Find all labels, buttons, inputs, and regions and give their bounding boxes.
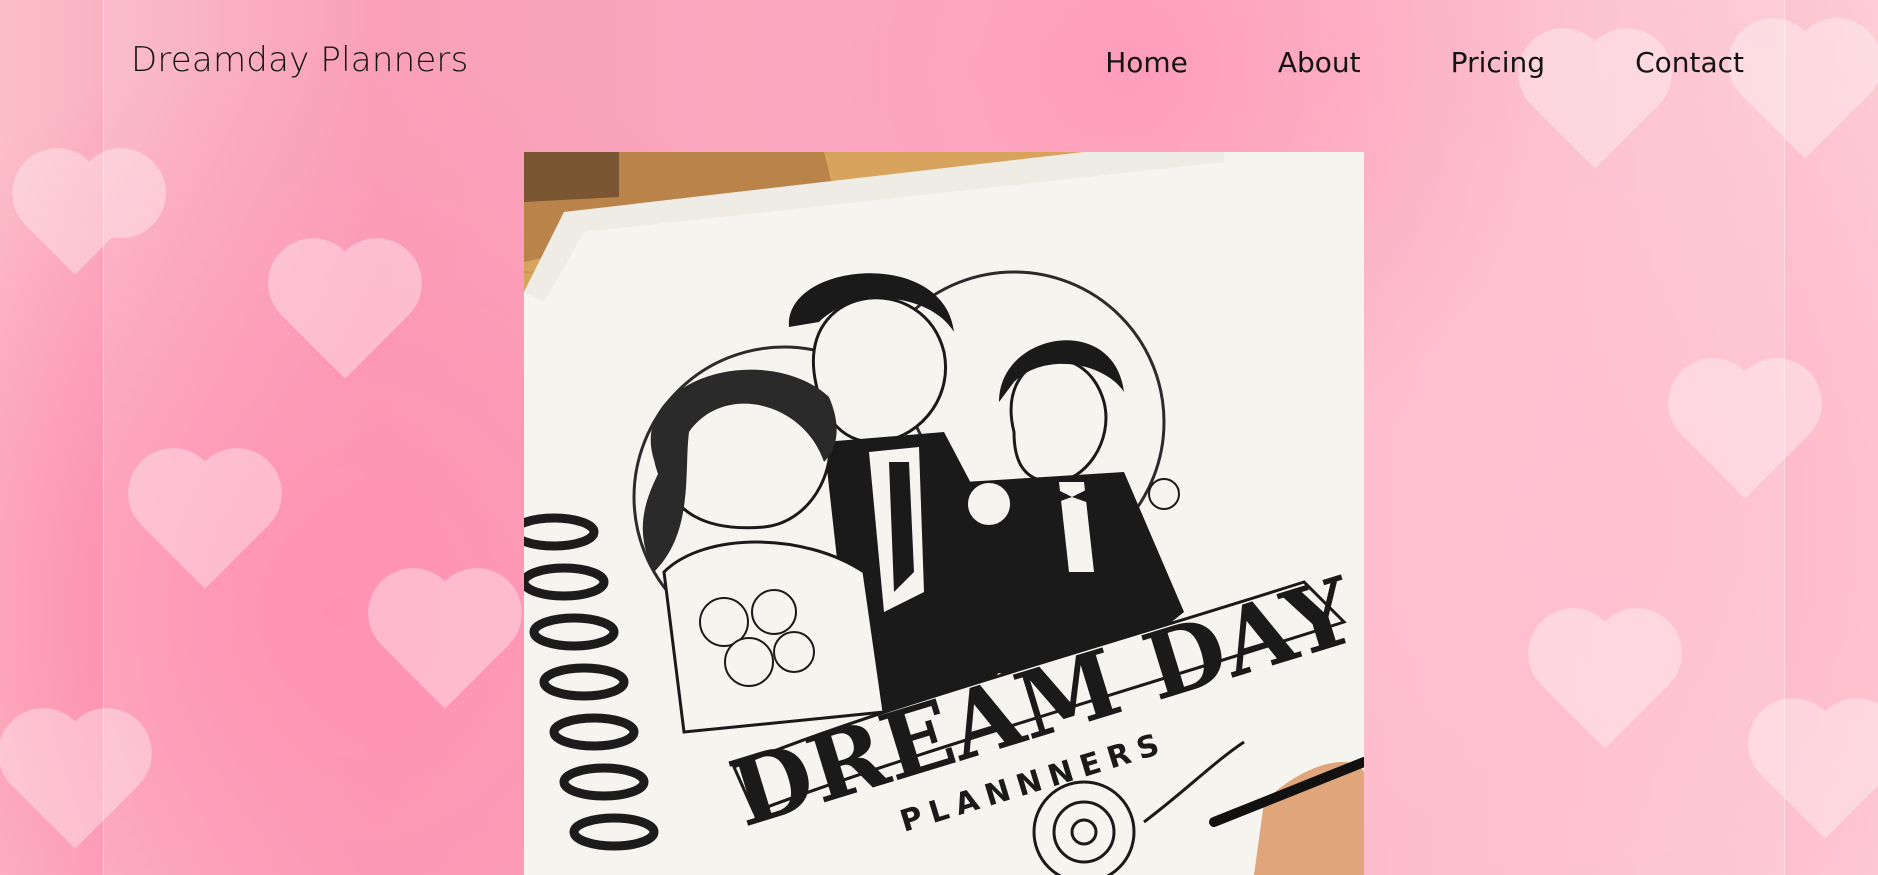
- hero-image: DREAM DAY PLANNNERS: [524, 152, 1364, 875]
- main-container: Dreamday Planners Home About Pricing Con…: [103, 0, 1785, 875]
- page-background: Dreamday Planners Home About Pricing Con…: [0, 0, 1878, 875]
- nav-about[interactable]: About: [1278, 46, 1361, 79]
- nav-menu: Home About Pricing Contact: [1015, 46, 1744, 79]
- navbar: Dreamday Planners Home About Pricing Con…: [104, 0, 1784, 130]
- nav-home[interactable]: Home: [1105, 46, 1188, 79]
- wedding-sketch-illustration: DREAM DAY PLANNNERS: [524, 152, 1364, 875]
- nav-contact[interactable]: Contact: [1635, 46, 1744, 79]
- nav-pricing[interactable]: Pricing: [1451, 46, 1545, 79]
- brand-logo-link[interactable]: Dreamday Planners: [131, 40, 469, 80]
